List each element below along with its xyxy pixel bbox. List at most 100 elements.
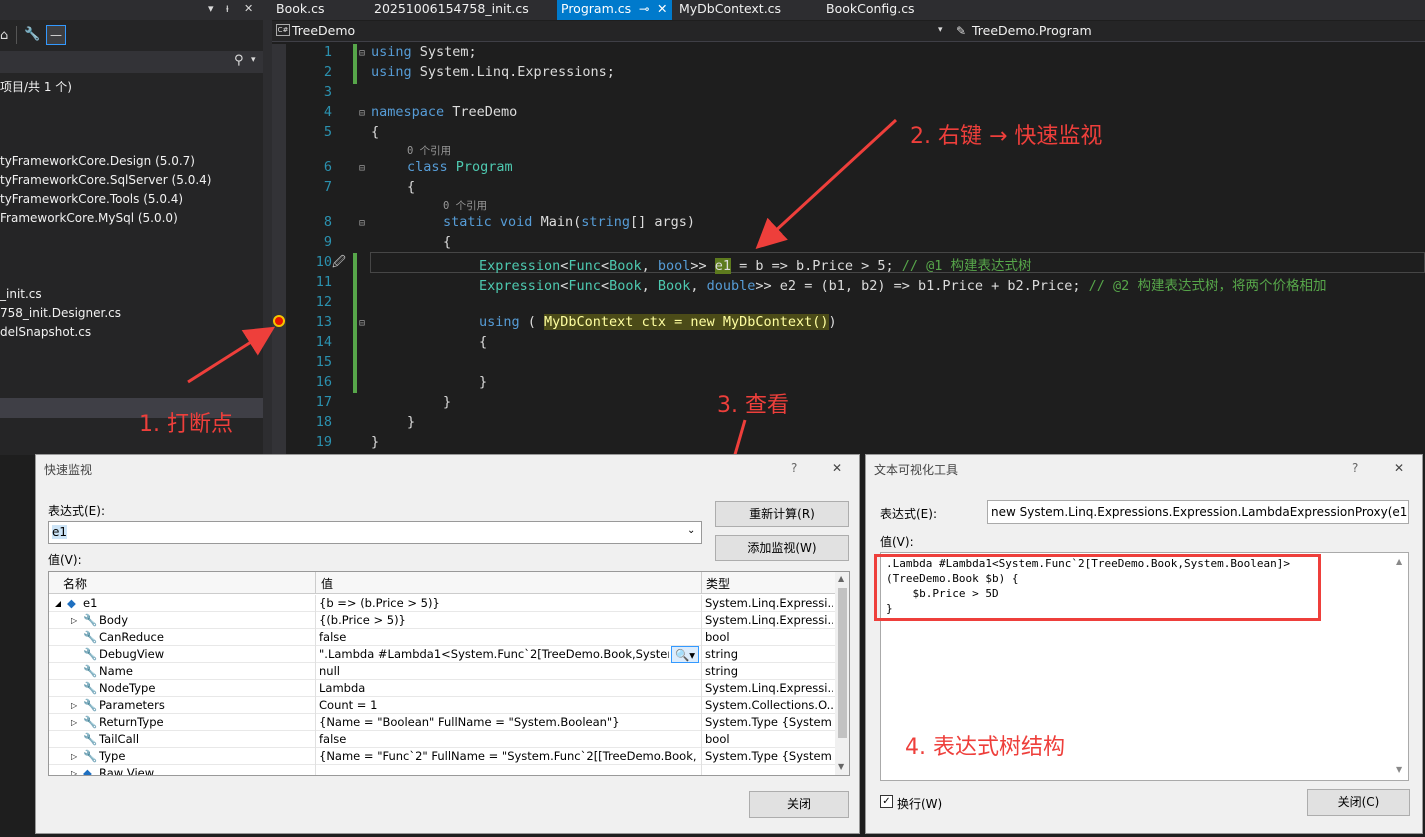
property-icon: 🔧 [83, 647, 98, 661]
expression-input[interactable]: e1 ⌄ [48, 521, 702, 544]
column-divider [315, 646, 316, 663]
dialog-title: 快速监视 [44, 463, 93, 477]
column-divider [315, 663, 316, 680]
table-row[interactable]: 🔧 Name null string [49, 663, 835, 680]
column-divider [315, 629, 316, 646]
table-row[interactable]: ▷ 🔧 ReturnType {Name = "Boolean" FullName =… [49, 714, 835, 731]
column-divider [315, 572, 316, 594]
cell-value[interactable] [319, 765, 699, 775]
expand-icon[interactable]: ▷ [71, 748, 77, 765]
scroll-up-icon[interactable]: ▲ [1396, 557, 1402, 566]
cell-value[interactable]: {(b.Price > 5)} [319, 612, 699, 629]
watch-grid[interactable]: 名称 值 类型 ◢ ◆ e1 {b => (b.Price > 5)} System.L… [48, 571, 850, 776]
cell-value[interactable]: Lambda [319, 680, 699, 697]
cell-value[interactable]: ".Lambda #Lambda1<System.Func`2[TreeDemo… [319, 646, 669, 663]
cell-name: DebugView [99, 647, 165, 661]
cell-value[interactable]: false [319, 731, 699, 748]
expand-icon[interactable]: ▷ [71, 697, 77, 714]
wrap-checkbox[interactable]: ✓ [880, 795, 893, 808]
property-icon: 🔧 [83, 630, 98, 644]
cell-type: bool [705, 732, 730, 746]
table-row[interactable]: 🔧 CanReduce false bool [49, 629, 835, 646]
cell-value[interactable]: null [319, 663, 699, 680]
expression-label: 表达式(E): [880, 507, 937, 521]
cell-type: string [705, 647, 739, 661]
visualizer-magnifier-icon[interactable]: 🔍▾ [671, 646, 699, 663]
expand-icon[interactable]: ▷ [71, 765, 77, 775]
column-divider [315, 731, 316, 748]
quickwatch-dialog: 快速监视 ? ✕ 表达式(E): e1 ⌄ 重新计算(R) 添加监视(W) 值(… [35, 454, 860, 834]
table-row[interactable]: ▷ 🔧 Parameters Count = 1 System.Collections.… [49, 697, 835, 714]
column-divider [701, 629, 702, 646]
expand-icon[interactable]: ▷ [71, 714, 77, 731]
chevron-down-icon[interactable]: ⌄ [687, 525, 695, 536]
column-divider [701, 714, 702, 731]
property-icon: 🔧 [83, 613, 98, 627]
expand-icon[interactable]: ◢ [55, 595, 61, 612]
column-divider [701, 646, 702, 663]
cell-name: Type [99, 749, 126, 763]
cell-type [705, 765, 833, 775]
help-icon[interactable]: ? [1352, 461, 1358, 475]
text-visualizer-dialog: 文本可视化工具 ? ✕ 表达式(E): new System.Linq.Expr… [865, 454, 1423, 834]
table-row[interactable]: ▷ 🔧 Type {Name = "Func`2" FullName = "Syste… [49, 748, 835, 765]
cell-name: NodeType [99, 681, 156, 695]
cell-value[interactable]: {Name = "Boolean" FullName = "System.Boo… [319, 714, 699, 731]
column-divider [701, 697, 702, 714]
table-row[interactable]: ▷ 🔧 Body {(b.Price > 5)} System.Linq.Express… [49, 612, 835, 629]
cell-value[interactable]: Count = 1 [319, 697, 699, 714]
cell-value[interactable]: {b => (b.Price > 5)} [319, 595, 699, 612]
cell-type: System.Collections.O... [705, 698, 833, 712]
table-row[interactable]: 🔧 TailCall false bool [49, 731, 835, 748]
table-row[interactable]: ◢ ◆ e1 {b => (b.Price > 5)} System.Linq.Expr… [49, 595, 835, 612]
scroll-thumb[interactable] [838, 588, 847, 738]
recalculate-button[interactable]: 重新计算(R) [715, 501, 849, 527]
table-row[interactable]: ▷ ◆ Raw View [49, 765, 835, 776]
cell-type: string [705, 664, 739, 678]
help-icon[interactable]: ? [791, 461, 797, 475]
property-icon: 🔧 [83, 664, 98, 678]
column-divider [315, 595, 316, 612]
close-icon[interactable]: ✕ [1394, 461, 1404, 475]
scroll-down-icon[interactable]: ▼ [1396, 765, 1402, 774]
column-type[interactable]: 类型 [706, 575, 730, 592]
scrollbar[interactable]: ▲ ▼ [1393, 553, 1408, 780]
scroll-down-icon[interactable]: ▼ [838, 762, 844, 771]
scrollbar[interactable]: ▲ ▼ [835, 572, 849, 775]
scroll-up-icon[interactable]: ▲ [838, 574, 844, 583]
annotation-step4: 4. 表达式树结构 [905, 735, 1065, 760]
property-icon: 🔧 [83, 749, 98, 763]
cell-name: Parameters [99, 698, 165, 712]
close-icon[interactable]: ✕ [832, 461, 842, 475]
highlight-box [874, 554, 1321, 621]
cell-name: e1 [83, 596, 98, 610]
cell-name: Name [99, 664, 133, 678]
expression-field[interactable]: new System.Linq.Expressions.Expression.L… [987, 500, 1409, 524]
cell-value[interactable]: {Name = "Func`2" FullName = "System.Func… [319, 748, 699, 765]
cell-name: ReturnType [99, 715, 164, 729]
expand-icon[interactable]: ▷ [71, 612, 77, 629]
property-icon: 🔧 [83, 698, 98, 712]
table-row[interactable]: 🔧 DebugView ".Lambda #Lambda1<System.Func`… [49, 646, 835, 663]
expression-value: new System.Linq.Expressions.Expression.L… [991, 505, 1409, 519]
close-button[interactable]: 关闭(C) [1307, 789, 1410, 816]
close-button[interactable]: 关闭 [749, 791, 849, 818]
cell-type: System.Linq.Expressi... [705, 596, 833, 610]
arrow-e1 [755, 118, 898, 250]
add-watch-button[interactable]: 添加监视(W) [715, 535, 849, 561]
column-divider [315, 697, 316, 714]
column-divider [701, 663, 702, 680]
cell-type: bool [705, 630, 730, 644]
column-name[interactable]: 名称 [63, 575, 87, 592]
column-value[interactable]: 值 [321, 575, 333, 592]
column-divider [701, 731, 702, 748]
column-divider [701, 572, 702, 594]
cell-type: System.Linq.Expressi... [705, 613, 833, 627]
cell-value[interactable]: false [319, 629, 699, 646]
column-divider [701, 765, 702, 775]
wrap-label: 换行(W) [897, 797, 943, 811]
object-icon: ◆ [83, 766, 92, 776]
table-row[interactable]: 🔧 NodeType Lambda System.Linq.Expressi... [49, 680, 835, 697]
column-divider [315, 714, 316, 731]
value-label: 值(V): [880, 535, 914, 549]
